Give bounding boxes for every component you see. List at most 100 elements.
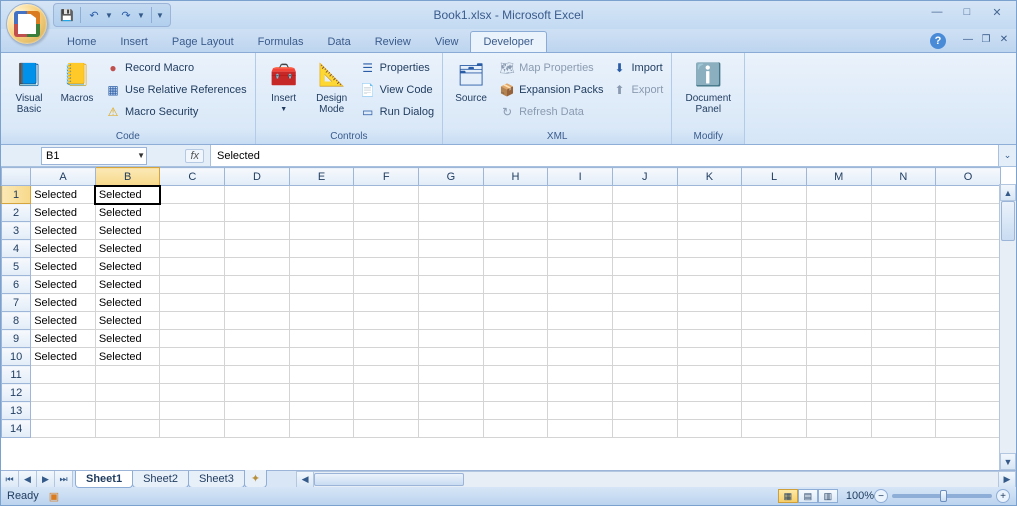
cell-C6[interactable] xyxy=(160,276,225,294)
cell-K10[interactable] xyxy=(677,348,742,366)
redo-icon[interactable]: ↷ xyxy=(117,6,135,24)
row-header-8[interactable]: 8 xyxy=(2,312,31,330)
cell-J7[interactable] xyxy=(612,294,677,312)
cell-O5[interactable] xyxy=(936,258,1001,276)
cell-N13[interactable] xyxy=(871,402,936,420)
cell-A4[interactable]: Selected xyxy=(31,240,96,258)
col-header-O[interactable]: O xyxy=(936,168,1001,186)
col-header-N[interactable]: N xyxy=(871,168,936,186)
tab-home[interactable]: Home xyxy=(55,32,108,52)
macro-record-status-icon[interactable]: ▣ xyxy=(49,490,59,503)
cell-D4[interactable] xyxy=(225,240,290,258)
cell-C14[interactable] xyxy=(160,420,225,438)
cell-J2[interactable] xyxy=(612,204,677,222)
record-macro-button[interactable]: ●Record Macro xyxy=(103,57,249,78)
cell-M1[interactable] xyxy=(806,186,871,204)
cell-O11[interactable] xyxy=(936,366,1001,384)
sheet-nav-next[interactable]: ▶ xyxy=(37,471,55,488)
scroll-left-icon[interactable]: ◀ xyxy=(297,472,314,487)
vertical-scrollbar[interactable]: ▲ ▼ xyxy=(999,184,1016,470)
cell-D3[interactable] xyxy=(225,222,290,240)
row-header-6[interactable]: 6 xyxy=(2,276,31,294)
sheet-tab-Sheet2[interactable]: Sheet2 xyxy=(132,471,189,488)
scroll-thumb[interactable] xyxy=(314,473,464,486)
cell-K4[interactable] xyxy=(677,240,742,258)
cell-G2[interactable] xyxy=(419,204,484,222)
cell-I9[interactable] xyxy=(548,330,613,348)
macro-security-button[interactable]: ⚠Macro Security xyxy=(103,101,249,122)
office-button[interactable] xyxy=(6,3,48,45)
cell-F8[interactable] xyxy=(354,312,419,330)
row-header-14[interactable]: 14 xyxy=(2,420,31,438)
cell-L8[interactable] xyxy=(742,312,807,330)
horizontal-scrollbar[interactable]: ◀ ▶ xyxy=(296,471,1016,488)
cell-K13[interactable] xyxy=(677,402,742,420)
close-button[interactable]: ✕ xyxy=(982,3,1012,21)
cell-D7[interactable] xyxy=(225,294,290,312)
cell-C10[interactable] xyxy=(160,348,225,366)
tab-insert[interactable]: Insert xyxy=(108,32,160,52)
cell-B11[interactable] xyxy=(95,366,160,384)
col-header-J[interactable]: J xyxy=(612,168,677,186)
cell-E1[interactable] xyxy=(289,186,354,204)
cell-E14[interactable] xyxy=(289,420,354,438)
cell-G7[interactable] xyxy=(419,294,484,312)
cell-I11[interactable] xyxy=(548,366,613,384)
fx-button[interactable]: fx xyxy=(151,145,211,166)
cell-B6[interactable]: Selected xyxy=(95,276,160,294)
view-normal[interactable]: ▦ xyxy=(778,489,798,503)
col-header-F[interactable]: F xyxy=(354,168,419,186)
macros-button[interactable]: 📒 Macros xyxy=(55,57,99,106)
cell-N14[interactable] xyxy=(871,420,936,438)
col-header-L[interactable]: L xyxy=(742,168,807,186)
zoom-out[interactable]: − xyxy=(874,489,888,503)
cell-C2[interactable] xyxy=(160,204,225,222)
save-icon[interactable]: 💾 xyxy=(58,6,76,24)
cell-A9[interactable]: Selected xyxy=(31,330,96,348)
row-header-12[interactable]: 12 xyxy=(2,384,31,402)
sheet-nav-last[interactable]: ⏭ xyxy=(55,471,73,488)
sheet-nav-first[interactable]: ⏮ xyxy=(1,471,19,488)
formula-input[interactable] xyxy=(211,145,998,166)
cell-I1[interactable] xyxy=(548,186,613,204)
cell-G4[interactable] xyxy=(419,240,484,258)
cell-I6[interactable] xyxy=(548,276,613,294)
cell-K9[interactable] xyxy=(677,330,742,348)
design-mode-button[interactable]: 📐 Design Mode xyxy=(310,57,354,117)
cell-N5[interactable] xyxy=(871,258,936,276)
cell-L13[interactable] xyxy=(742,402,807,420)
cell-N10[interactable] xyxy=(871,348,936,366)
col-header-G[interactable]: G xyxy=(419,168,484,186)
cell-D1[interactable] xyxy=(225,186,290,204)
cell-M11[interactable] xyxy=(806,366,871,384)
cell-K1[interactable] xyxy=(677,186,742,204)
cell-C12[interactable] xyxy=(160,384,225,402)
cell-K2[interactable] xyxy=(677,204,742,222)
row-header-11[interactable]: 11 xyxy=(2,366,31,384)
row-header-3[interactable]: 3 xyxy=(2,222,31,240)
col-header-M[interactable]: M xyxy=(806,168,871,186)
cell-M10[interactable] xyxy=(806,348,871,366)
cell-L5[interactable] xyxy=(742,258,807,276)
maximize-button[interactable]: □ xyxy=(952,3,982,21)
cell-H7[interactable] xyxy=(483,294,548,312)
cell-L1[interactable] xyxy=(742,186,807,204)
cell-B1[interactable]: Selected xyxy=(95,186,160,204)
cell-H12[interactable] xyxy=(483,384,548,402)
zoom-level[interactable]: 100% xyxy=(846,490,874,502)
cell-A12[interactable] xyxy=(31,384,96,402)
cell-C3[interactable] xyxy=(160,222,225,240)
cell-H10[interactable] xyxy=(483,348,548,366)
use-relative-refs-button[interactable]: ▦Use Relative References xyxy=(103,79,249,100)
col-header-K[interactable]: K xyxy=(677,168,742,186)
cell-M4[interactable] xyxy=(806,240,871,258)
cell-B7[interactable]: Selected xyxy=(95,294,160,312)
scroll-down-icon[interactable]: ▼ xyxy=(1000,453,1016,470)
expansion-packs-button[interactable]: 📦Expansion Packs xyxy=(497,79,605,100)
cell-J14[interactable] xyxy=(612,420,677,438)
row-header-13[interactable]: 13 xyxy=(2,402,31,420)
cell-A7[interactable]: Selected xyxy=(31,294,96,312)
cell-C9[interactable] xyxy=(160,330,225,348)
sheet-tab-Sheet1[interactable]: Sheet1 xyxy=(75,471,133,488)
cell-O7[interactable] xyxy=(936,294,1001,312)
